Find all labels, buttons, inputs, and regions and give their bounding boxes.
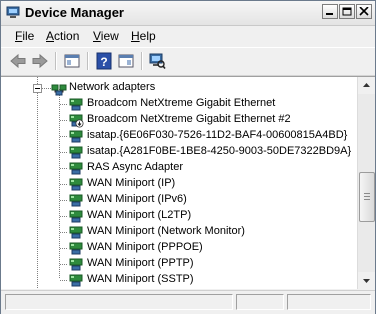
close-button[interactable] — [356, 4, 372, 19]
minimize-button[interactable] — [322, 4, 338, 19]
tree-connector-line — [60, 248, 68, 249]
toolbar-separator — [87, 52, 89, 70]
device-label: WAN Miniport (SSTP) — [87, 273, 194, 285]
network-adapter-icon — [69, 226, 83, 239]
menu-file[interactable]: File — [15, 29, 34, 43]
network-adapter-icon — [69, 178, 83, 191]
scroll-down-button[interactable] — [358, 272, 375, 289]
tree-connector-line — [60, 104, 68, 105]
grip-line — [364, 193, 370, 194]
tree-connector-line — [60, 184, 68, 185]
window-title: Device Manager — [25, 5, 124, 20]
menu-action[interactable]: Action — [46, 29, 79, 43]
tree-connector-line — [60, 152, 68, 153]
device-label: WAN Miniport (PPTP) — [87, 257, 194, 269]
device-label: Broadcom NetXtreme Gigabit Ethernet — [87, 97, 276, 109]
network-adapter-icon — [69, 274, 83, 287]
scroll-up-button[interactable] — [358, 77, 375, 94]
tree-item-device[interactable]: WAN Miniport (L2TP) — [1, 208, 357, 224]
menu-bar: File Action View Help — [1, 26, 375, 46]
back-arrow-icon[interactable] — [9, 52, 27, 70]
network-adapter-icon — [69, 194, 83, 207]
status-panel — [236, 294, 284, 310]
network-adapter-icon — [69, 242, 83, 255]
status-panel — [5, 294, 233, 310]
chevron-down-icon — [363, 279, 370, 283]
tree-item-device[interactable]: RAS Async Adapter — [1, 160, 357, 176]
network-adapter-icon — [69, 162, 83, 175]
grip-line — [364, 199, 370, 200]
tree-item-device[interactable]: WAN Miniport (IPv6) — [1, 192, 357, 208]
network-adapter-icon — [51, 84, 67, 96]
category-label: Network adapters — [69, 81, 156, 93]
network-adapter-icon — [69, 210, 83, 223]
tree-connector-line — [60, 264, 68, 265]
tree-connector-line — [60, 232, 68, 233]
chevron-up-icon — [363, 83, 370, 87]
tree-item-device[interactable]: WAN Miniport (PPTP) — [1, 256, 357, 272]
device-label: WAN Miniport (Network Monitor) — [87, 225, 245, 237]
tree-item-device[interactable]: isatap.{A281F0BE-1BE8-4250-9003-50DE7322… — [1, 144, 357, 160]
device-label: RAS Async Adapter — [87, 161, 183, 173]
tree-connector-line — [60, 200, 68, 201]
minimize-icon — [326, 13, 333, 15]
toolbar-separator — [55, 52, 57, 70]
device-manager-icon — [6, 6, 20, 18]
tree-item-device[interactable]: WAN Miniport (Network Monitor) — [1, 224, 357, 240]
tree-item-device[interactable]: isatap.{6E06F030-7526-11D2-BAF4-00600815… — [1, 128, 357, 144]
device-manager-window: Device Manager File Action View Help ? N… — [0, 0, 376, 314]
tree-item-device[interactable]: WAN Miniport (SSTP) — [1, 272, 357, 288]
title-bar[interactable]: Device Manager — [1, 1, 375, 26]
console-tree-icon[interactable] — [63, 52, 81, 70]
tree-item-device[interactable]: Broadcom NetXtreme Gigabit Ethernet #2 — [1, 112, 357, 128]
toolbar: ? — [1, 47, 375, 76]
close-icon — [359, 7, 369, 16]
tree-category-network-adapters[interactable]: Network adapters — [1, 80, 357, 96]
scrollbar-thumb[interactable] — [359, 172, 375, 222]
device-label: WAN Miniport (IP) — [87, 177, 176, 189]
tree-item-device[interactable]: WAN Miniport (PPPOE) — [1, 240, 357, 256]
menu-help[interactable]: Help — [131, 29, 156, 43]
help-icon[interactable]: ? — [95, 52, 113, 70]
status-bar — [1, 290, 375, 314]
maximize-icon — [342, 7, 352, 16]
tree-connector-line — [60, 280, 68, 281]
status-panel — [287, 294, 371, 310]
scan-hardware-icon[interactable] — [148, 52, 166, 70]
network-adapter-icon — [69, 114, 84, 128]
network-adapter-icon — [69, 130, 83, 143]
device-tree[interactable]: Network adapters Broadcom NetXtreme Giga… — [1, 76, 375, 289]
svg-text:?: ? — [100, 55, 107, 69]
toolbar-separator — [141, 52, 143, 70]
tree-connector-line — [60, 136, 68, 137]
tree-connector-line — [60, 168, 68, 169]
forward-arrow-icon[interactable] — [31, 52, 49, 70]
network-adapter-icon — [69, 258, 83, 271]
tree-item-device[interactable]: Broadcom NetXtreme Gigabit Ethernet — [1, 96, 357, 112]
properties-icon[interactable] — [117, 52, 135, 70]
vertical-scrollbar[interactable] — [357, 77, 375, 289]
device-label: isatap.{6E06F030-7526-11D2-BAF4-00600815… — [87, 129, 348, 141]
grip-line — [364, 196, 370, 197]
tree-connector-line — [60, 216, 68, 217]
menu-view[interactable]: View — [93, 29, 119, 43]
tree-connector-line — [60, 120, 68, 121]
device-label: WAN Miniport (L2TP) — [87, 209, 192, 221]
network-adapter-icon — [69, 98, 83, 111]
tree-item-device[interactable]: WAN Miniport (IP) — [1, 176, 357, 192]
device-label: isatap.{A281F0BE-1BE8-4250-9003-50DE7322… — [87, 145, 352, 157]
network-adapter-icon — [69, 146, 83, 159]
device-tree-viewport: Network adapters Broadcom NetXtreme Giga… — [1, 77, 357, 289]
device-label: WAN Miniport (IPv6) — [87, 193, 187, 205]
device-label: Broadcom NetXtreme Gigabit Ethernet #2 — [87, 113, 291, 125]
device-label: WAN Miniport (PPPOE) — [87, 241, 203, 253]
collapse-toggle-icon[interactable] — [33, 84, 42, 93]
maximize-button[interactable] — [339, 4, 355, 19]
